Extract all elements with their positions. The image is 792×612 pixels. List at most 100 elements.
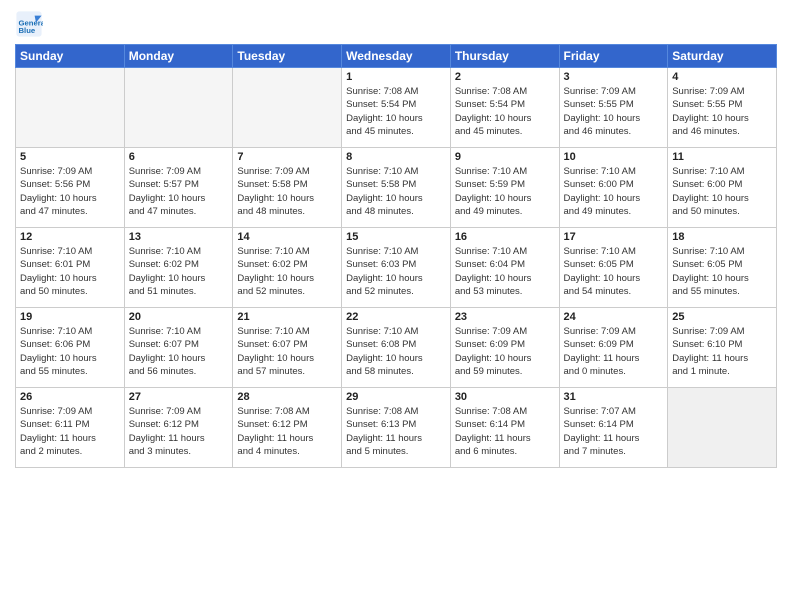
week-row-2: 5 Sunrise: 7:09 AM Sunset: 5:56 PM Daylig… [16,148,777,228]
page: General Blue SundayMondayTuesdayWednesda… [0,0,792,478]
day-info: Sunrise: 7:09 AM Sunset: 6:11 PM Dayligh… [20,405,120,458]
calendar-cell: 13Sunrise: 7:10 AM Sunset: 6:02 PM Dayli… [124,228,233,308]
day-number: 29 [346,391,446,403]
day-info: Sunrise: 7:09 AM Sunset: 6:10 PM Dayligh… [672,325,772,378]
calendar-cell: 28Sunrise: 7:08 AM Sunset: 6:12 PM Dayli… [233,388,342,468]
logo-icon: General Blue [15,10,43,38]
week-row-1: 1 Sunrise: 7:08 AM Sunset: 5:54 PM Daylig… [16,68,777,148]
calendar-cell: 4 Sunrise: 7:09 AM Sunset: 5:55 PM Daylig… [668,68,777,148]
col-header-wednesday: Wednesday [342,45,451,68]
calendar-cell: 23 Sunrise: 7:09 AM Sunset: 6:09 PM Dayli… [450,308,559,388]
calendar-cell: 25 Sunrise: 7:09 AM Sunset: 6:10 PM Dayli… [668,308,777,388]
calendar-cell [233,68,342,148]
day-info: Sunrise: 7:09 AM Sunset: 5:57 PM Dayligh… [129,165,229,218]
calendar-cell: 8 Sunrise: 7:10 AM Sunset: 5:58 PM Daylig… [342,148,451,228]
day-info: Sunrise: 7:09 AM Sunset: 5:55 PM Dayligh… [672,85,772,138]
day-number: 8 [346,151,446,163]
day-number: 31 [564,391,664,403]
calendar-cell: 19 Sunrise: 7:10 AM Sunset: 6:06 PM Dayli… [16,308,125,388]
calendar-cell: 7Sunrise: 7:09 AM Sunset: 5:58 PM Daylig… [233,148,342,228]
day-number: 6 [129,151,229,163]
day-number: 18 [672,231,772,243]
day-info: Sunrise: 7:10 AM Sunset: 6:04 PM Dayligh… [455,245,555,298]
calendar-cell: 26Sunrise: 7:09 AM Sunset: 6:11 PM Dayli… [16,388,125,468]
calendar-cell: 12 Sunrise: 7:10 AM Sunset: 6:01 PM Dayli… [16,228,125,308]
day-info: Sunrise: 7:08 AM Sunset: 6:14 PM Dayligh… [455,405,555,458]
calendar-cell: 17Sunrise: 7:10 AM Sunset: 6:05 PM Dayli… [559,228,668,308]
calendar-cell: 31 Sunrise: 7:07 AM Sunset: 6:14 PM Dayli… [559,388,668,468]
day-info: Sunrise: 7:09 AM Sunset: 5:55 PM Dayligh… [564,85,664,138]
calendar-cell [124,68,233,148]
day-number: 5 [20,151,120,163]
day-info: Sunrise: 7:09 AM Sunset: 5:56 PM Dayligh… [20,165,120,218]
calendar-cell: 21 Sunrise: 7:10 AM Sunset: 6:07 PM Dayli… [233,308,342,388]
col-header-tuesday: Tuesday [233,45,342,68]
day-number: 25 [672,311,772,323]
logo: General Blue [15,10,47,38]
day-info: Sunrise: 7:07 AM Sunset: 6:14 PM Dayligh… [564,405,664,458]
day-number: 27 [129,391,229,403]
day-number: 15 [346,231,446,243]
calendar-cell: 14 Sunrise: 7:10 AM Sunset: 6:02 PM Dayli… [233,228,342,308]
calendar-cell: 30 Sunrise: 7:08 AM Sunset: 6:14 PM Dayli… [450,388,559,468]
calendar-cell: 16 Sunrise: 7:10 AM Sunset: 6:04 PM Dayli… [450,228,559,308]
day-number: 11 [672,151,772,163]
day-info: Sunrise: 7:10 AM Sunset: 6:03 PM Dayligh… [346,245,446,298]
col-header-friday: Friday [559,45,668,68]
day-info: Sunrise: 7:10 AM Sunset: 6:07 PM Dayligh… [129,325,229,378]
day-info: Sunrise: 7:10 AM Sunset: 5:58 PM Dayligh… [346,165,446,218]
calendar-cell: 27Sunrise: 7:09 AM Sunset: 6:12 PM Dayli… [124,388,233,468]
day-number: 19 [20,311,120,323]
day-info: Sunrise: 7:10 AM Sunset: 6:05 PM Dayligh… [564,245,664,298]
day-number: 1 [346,71,446,83]
day-info: Sunrise: 7:10 AM Sunset: 6:00 PM Dayligh… [564,165,664,218]
day-number: 13 [129,231,229,243]
day-info: Sunrise: 7:09 AM Sunset: 6:09 PM Dayligh… [455,325,555,378]
col-header-thursday: Thursday [450,45,559,68]
day-number: 23 [455,311,555,323]
calendar-cell: 9Sunrise: 7:10 AM Sunset: 5:59 PM Daylig… [450,148,559,228]
day-number: 9 [455,151,555,163]
day-info: Sunrise: 7:10 AM Sunset: 6:02 PM Dayligh… [237,245,337,298]
day-info: Sunrise: 7:10 AM Sunset: 6:00 PM Dayligh… [672,165,772,218]
calendar-cell: 10 Sunrise: 7:10 AM Sunset: 6:00 PM Dayli… [559,148,668,228]
svg-text:Blue: Blue [19,26,36,35]
day-info: Sunrise: 7:10 AM Sunset: 6:07 PM Dayligh… [237,325,337,378]
day-number: 24 [564,311,664,323]
week-row-4: 19 Sunrise: 7:10 AM Sunset: 6:06 PM Dayli… [16,308,777,388]
day-number: 14 [237,231,337,243]
day-number: 7 [237,151,337,163]
calendar-cell: 18 Sunrise: 7:10 AM Sunset: 6:05 PM Dayli… [668,228,777,308]
day-info: Sunrise: 7:10 AM Sunset: 6:08 PM Dayligh… [346,325,446,378]
day-number: 4 [672,71,772,83]
calendar-cell [668,388,777,468]
calendar-cell [16,68,125,148]
day-number: 10 [564,151,664,163]
calendar-cell: 2 Sunrise: 7:08 AM Sunset: 5:54 PM Daylig… [450,68,559,148]
day-info: Sunrise: 7:08 AM Sunset: 6:13 PM Dayligh… [346,405,446,458]
calendar-cell: 24Sunrise: 7:09 AM Sunset: 6:09 PM Dayli… [559,308,668,388]
day-number: 16 [455,231,555,243]
day-number: 2 [455,71,555,83]
day-number: 30 [455,391,555,403]
header: General Blue [15,10,777,38]
day-number: 12 [20,231,120,243]
calendar-cell: 29 Sunrise: 7:08 AM Sunset: 6:13 PM Dayli… [342,388,451,468]
col-header-sunday: Sunday [16,45,125,68]
day-number: 21 [237,311,337,323]
day-info: Sunrise: 7:08 AM Sunset: 6:12 PM Dayligh… [237,405,337,458]
day-number: 3 [564,71,664,83]
day-info: Sunrise: 7:10 AM Sunset: 6:05 PM Dayligh… [672,245,772,298]
calendar-table: SundayMondayTuesdayWednesdayThursdayFrid… [15,44,777,468]
calendar-cell: 20Sunrise: 7:10 AM Sunset: 6:07 PM Dayli… [124,308,233,388]
col-header-monday: Monday [124,45,233,68]
calendar-cell: 6 Sunrise: 7:09 AM Sunset: 5:57 PM Daylig… [124,148,233,228]
day-info: Sunrise: 7:08 AM Sunset: 5:54 PM Dayligh… [455,85,555,138]
calendar-cell: 15 Sunrise: 7:10 AM Sunset: 6:03 PM Dayli… [342,228,451,308]
calendar-cell: 3 Sunrise: 7:09 AM Sunset: 5:55 PM Daylig… [559,68,668,148]
day-info: Sunrise: 7:10 AM Sunset: 6:01 PM Dayligh… [20,245,120,298]
day-info: Sunrise: 7:10 AM Sunset: 6:06 PM Dayligh… [20,325,120,378]
calendar-cell: 11 Sunrise: 7:10 AM Sunset: 6:00 PM Dayli… [668,148,777,228]
calendar-cell: 1Sunrise: 7:08 AM Sunset: 5:54 PM Daylig… [342,68,451,148]
day-number: 22 [346,311,446,323]
